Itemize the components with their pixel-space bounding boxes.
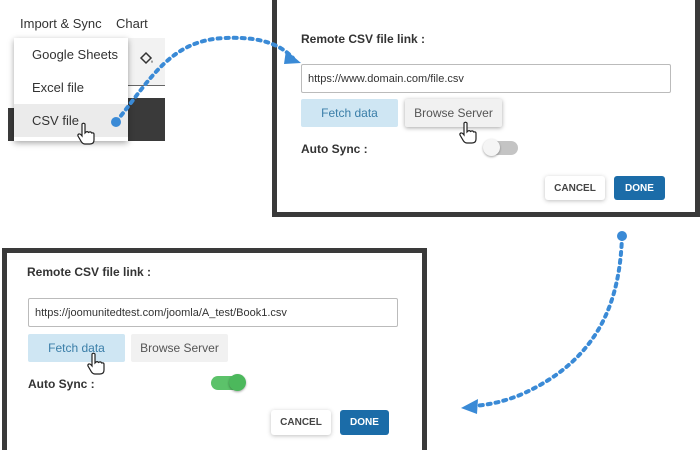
fetch-data-button[interactable]: Fetch data xyxy=(301,99,398,127)
auto-sync-toggle[interactable] xyxy=(211,374,246,391)
browse-server-button[interactable]: Browse Server xyxy=(131,334,228,362)
auto-sync-toggle[interactable] xyxy=(483,139,518,156)
menu-import-sync[interactable]: Import & Sync xyxy=(20,16,102,31)
auto-sync-label: Auto Sync : xyxy=(28,377,95,391)
remote-csv-label: Remote CSV file link : xyxy=(27,265,152,279)
menu-chart[interactable]: Chart xyxy=(116,16,148,31)
menubar: Import & Sync Chart xyxy=(8,8,165,38)
dropdown-item-google-sheets[interactable]: Google Sheets xyxy=(14,38,128,71)
hand-cursor-icon xyxy=(87,352,105,375)
dropdown-item-label: CSV file xyxy=(32,113,79,128)
hand-cursor-icon xyxy=(77,122,95,145)
sheet-dark-area xyxy=(128,98,165,141)
toggle-knob xyxy=(483,139,500,156)
paint-bucket-icon[interactable] xyxy=(138,50,154,66)
done-button[interactable]: DONE xyxy=(614,176,665,200)
hand-cursor-icon xyxy=(459,121,477,144)
dropdown-item-label: Excel file xyxy=(32,80,85,95)
csv-url-input[interactable]: https://joomunitedtest.com/joomla/A_test… xyxy=(28,298,398,327)
auto-sync-label: Auto Sync : xyxy=(301,142,368,156)
dropdown-item-label: Google Sheets xyxy=(32,47,119,62)
done-button[interactable]: DONE xyxy=(340,410,389,435)
import-dropdown: Google Sheets Excel file CSV file xyxy=(14,38,128,141)
dropdown-item-excel-file[interactable]: Excel file xyxy=(14,71,128,104)
cancel-button[interactable]: CANCEL xyxy=(545,176,605,200)
csv-dialog-bottom: Remote CSV file link : https://joomunite… xyxy=(2,248,427,450)
csv-url-input[interactable]: https://www.domain.com/file.csv xyxy=(301,64,671,93)
cancel-button[interactable]: CANCEL xyxy=(271,410,331,435)
dotted-arrow-icon xyxy=(461,231,627,414)
fetch-data-button[interactable]: Fetch data xyxy=(28,334,125,362)
csv-dialog-top: Remote CSV file link : https://www.domai… xyxy=(272,0,700,217)
browse-server-button[interactable]: Browse Server xyxy=(405,99,502,127)
dropdown-item-csv-file[interactable]: CSV file xyxy=(14,104,128,137)
remote-csv-label: Remote CSV file link : xyxy=(301,32,426,46)
toggle-knob xyxy=(229,374,246,391)
